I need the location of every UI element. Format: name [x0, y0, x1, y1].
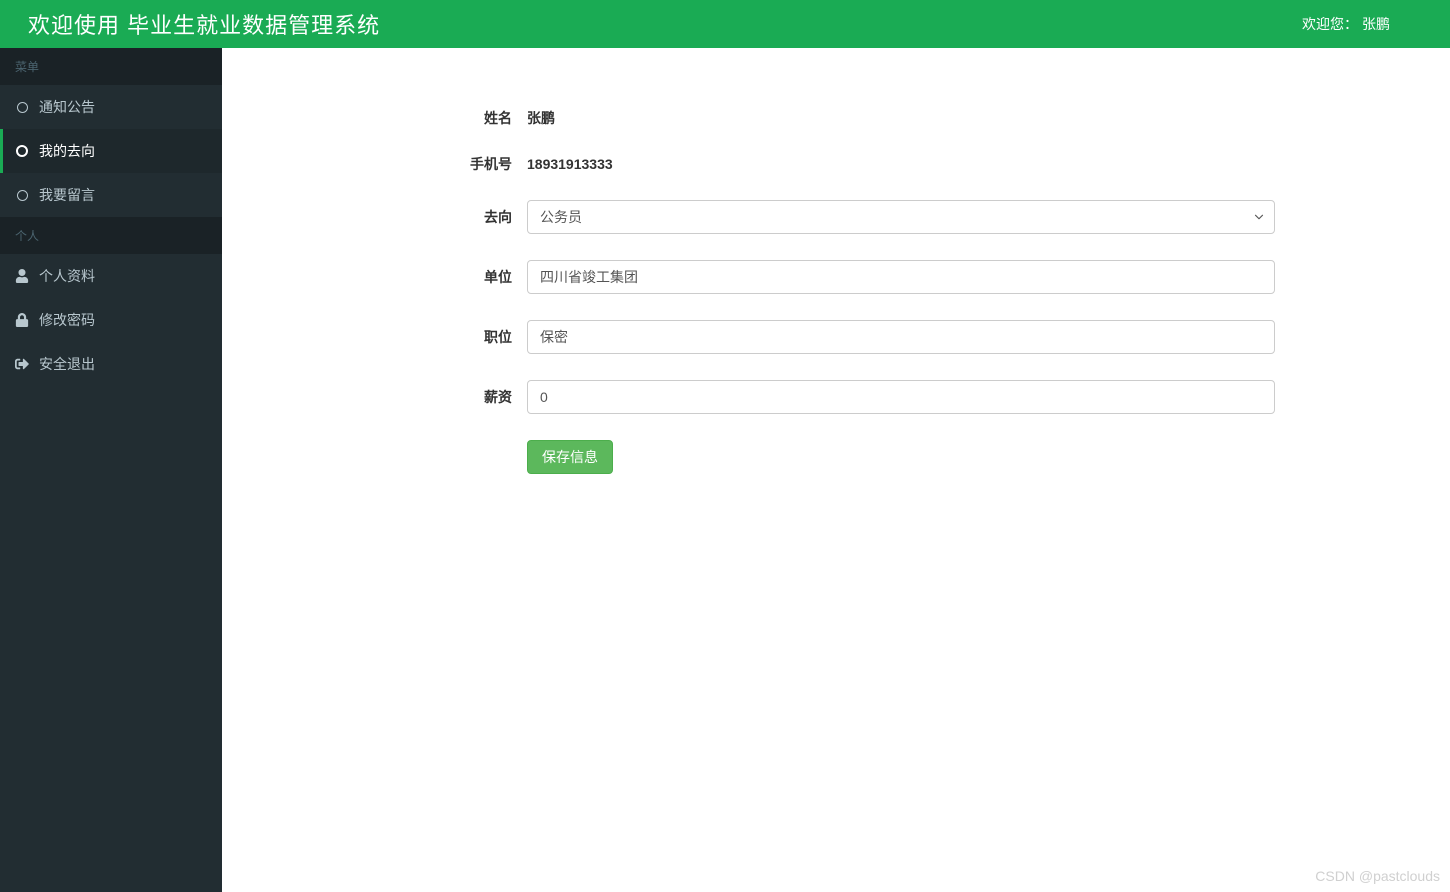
- sidebar-personal-header: 个人: [0, 217, 222, 254]
- sidebar-item-label: 我要留言: [39, 185, 95, 205]
- label-company: 单位: [252, 267, 527, 287]
- form-row-position: 职位: [252, 320, 1420, 354]
- sidebar-item-label: 我的去向: [39, 141, 95, 161]
- user-icon: [15, 269, 29, 283]
- form-row-salary: 薪资: [252, 380, 1420, 414]
- sidebar-item-label: 个人资料: [39, 266, 95, 286]
- label-phone: 手机号: [252, 154, 527, 174]
- app-header: 欢迎使用 毕业生就业数据管理系统 欢迎您： 张鹏: [0, 0, 1450, 48]
- label-destination: 去向: [252, 207, 527, 227]
- salary-input[interactable]: [527, 380, 1275, 414]
- sidebar-item-label: 通知公告: [39, 97, 95, 117]
- sidebar-item-logout[interactable]: 安全退出: [0, 342, 222, 386]
- circle-icon: [15, 144, 29, 158]
- current-username[interactable]: 张鹏: [1362, 14, 1390, 34]
- label-name: 姓名: [252, 108, 527, 128]
- sidebar-item-label: 安全退出: [39, 354, 95, 374]
- sidebar: 菜单 通知公告 我的去向 我要留言 个人 个人资料 修改密码: [0, 48, 222, 892]
- destination-select[interactable]: 公务员: [527, 200, 1275, 234]
- form-row-name: 姓名 张鹏: [252, 108, 1420, 128]
- form-row-company: 单位: [252, 260, 1420, 294]
- value-name: 张鹏: [527, 108, 1420, 128]
- sidebar-item-notice[interactable]: 通知公告: [0, 85, 222, 129]
- signout-icon: [15, 357, 29, 371]
- app-title: 欢迎使用 毕业生就业数据管理系统: [28, 8, 380, 40]
- lock-icon: [15, 313, 29, 327]
- label-position: 职位: [252, 327, 527, 347]
- sidebar-item-my-destination[interactable]: 我的去向: [0, 129, 222, 173]
- form-row-phone: 手机号 18931913333: [252, 154, 1420, 174]
- welcome-prefix: 欢迎您：: [1302, 14, 1358, 34]
- label-salary: 薪资: [252, 387, 527, 407]
- circle-icon: [15, 100, 29, 114]
- sidebar-menu-header: 菜单: [0, 48, 222, 85]
- main-content: 姓名 张鹏 手机号 18931913333 去向 公务员 单位 职位: [222, 48, 1450, 892]
- welcome-user: 欢迎您： 张鹏: [1302, 14, 1435, 34]
- circle-icon: [15, 188, 29, 202]
- button-row: 保存信息: [252, 440, 1420, 474]
- form-row-destination: 去向 公务员: [252, 200, 1420, 234]
- save-button[interactable]: 保存信息: [527, 440, 613, 474]
- sidebar-item-change-password[interactable]: 修改密码: [0, 298, 222, 342]
- sidebar-item-label: 修改密码: [39, 310, 95, 330]
- company-input[interactable]: [527, 260, 1275, 294]
- sidebar-item-feedback[interactable]: 我要留言: [0, 173, 222, 217]
- value-phone: 18931913333: [527, 156, 1420, 172]
- position-input[interactable]: [527, 320, 1275, 354]
- sidebar-item-profile[interactable]: 个人资料: [0, 254, 222, 298]
